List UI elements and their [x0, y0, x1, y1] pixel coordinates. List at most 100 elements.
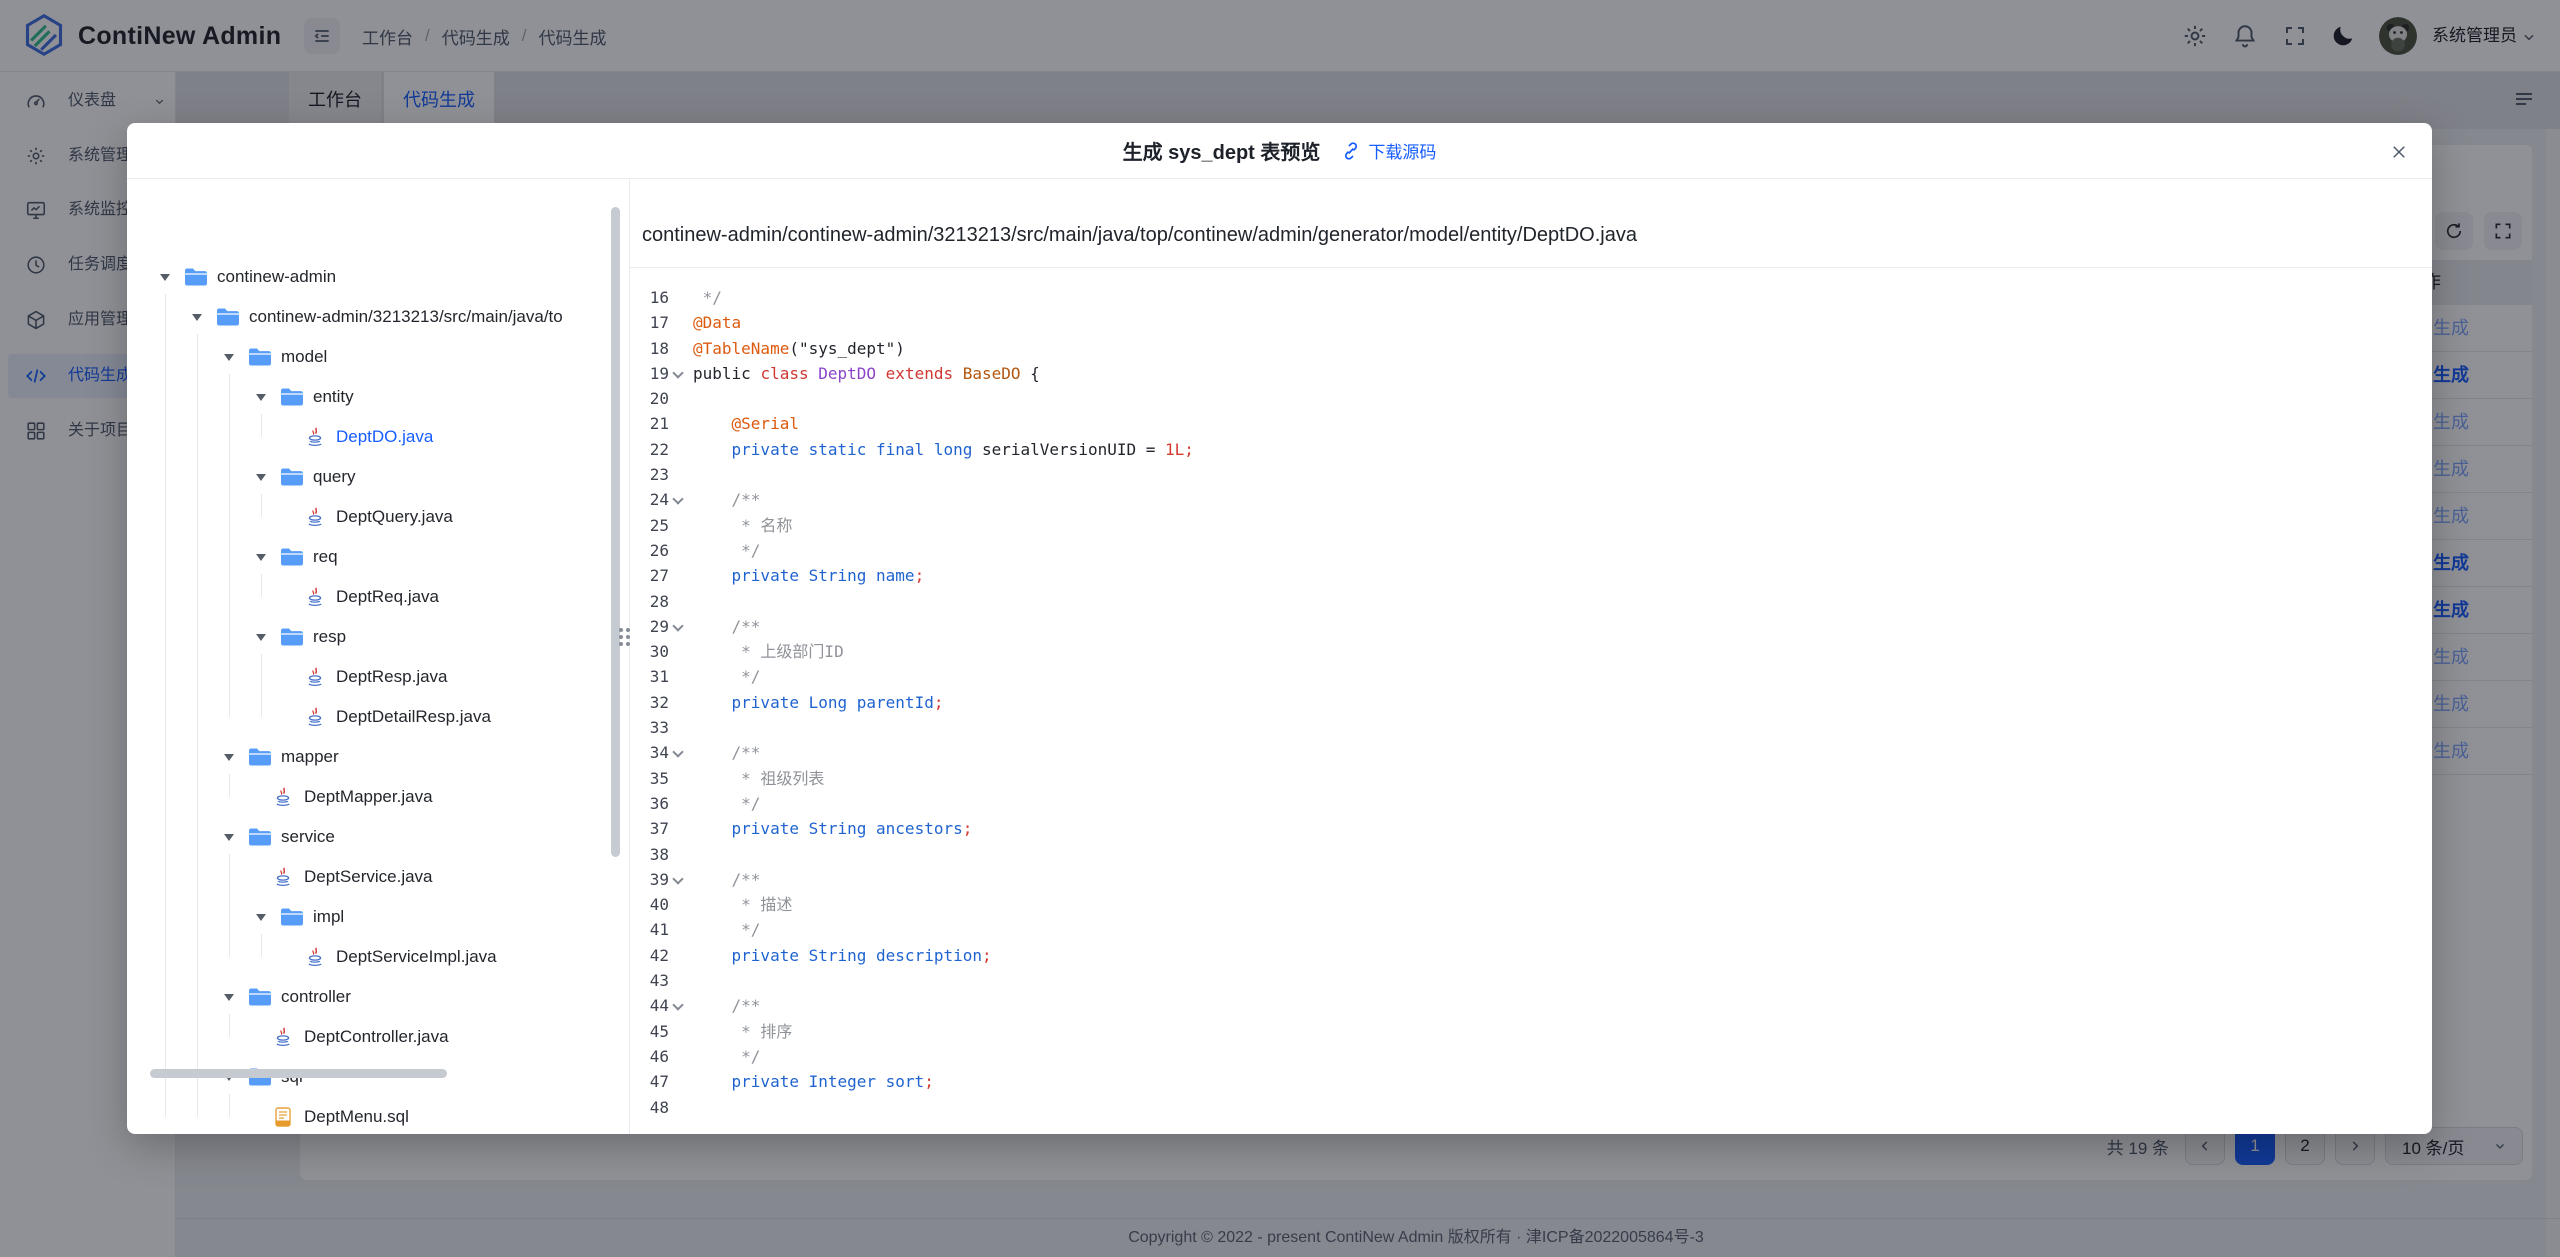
tree-node-label: controller: [281, 977, 351, 1017]
code-text: /**: [690, 867, 760, 892]
tree-node[interactable]: DeptResp.java: [127, 657, 627, 697]
code-text: private String ancestors;: [690, 816, 972, 841]
line-number: 24: [629, 487, 669, 512]
fold-gutter: [669, 791, 690, 816]
tree-node-label: resp: [313, 617, 346, 657]
java-file-icon: [274, 787, 292, 807]
fold-gutter: [669, 1095, 690, 1120]
folder-icon: [248, 747, 272, 767]
tree-node-label: DeptController.java: [304, 1017, 449, 1057]
caret-down-icon[interactable]: [256, 394, 266, 401]
fold-icon[interactable]: [669, 993, 690, 1018]
line-number: 36: [629, 791, 669, 816]
close-icon[interactable]: [2385, 138, 2413, 166]
caret-down-icon[interactable]: [224, 834, 234, 841]
line-number: 27: [629, 563, 669, 588]
tree-node[interactable]: DeptDetailResp.java: [127, 697, 627, 737]
code-line: 42 private String description;: [629, 943, 2428, 968]
caret-down-icon[interactable]: [224, 354, 234, 361]
tree-horizontal-scrollbar[interactable]: [150, 1069, 447, 1078]
caret-down-icon[interactable]: [256, 634, 266, 641]
line-number: 20: [629, 386, 669, 411]
line-number: 17: [629, 310, 669, 335]
line-number: 22: [629, 437, 669, 462]
tree-node[interactable]: continew-admin: [127, 257, 627, 297]
code-line: 38: [629, 842, 2428, 867]
fold-gutter: [669, 943, 690, 968]
code-text: [690, 589, 693, 614]
folder-icon: [280, 907, 304, 927]
tree-node[interactable]: DeptReq.java: [127, 577, 627, 617]
code-line: 34 /**: [629, 740, 2428, 765]
code-line: 28: [629, 589, 2428, 614]
caret-down-icon[interactable]: [160, 274, 170, 281]
tree-node[interactable]: DeptService.java: [127, 857, 627, 897]
folder-icon: [280, 627, 304, 647]
tree-node[interactable]: impl: [127, 897, 627, 937]
tree-node[interactable]: query: [127, 457, 627, 497]
tree-node[interactable]: req: [127, 537, 627, 577]
tree-node[interactable]: resp: [127, 617, 627, 657]
download-source-link[interactable]: 下载源码: [1342, 138, 1436, 163]
tree-node-label: mapper: [281, 737, 339, 777]
tree-node[interactable]: service: [127, 817, 627, 857]
code-line: 27 private String name;: [629, 563, 2428, 588]
code-text: public class DeptDO extends BaseDO {: [690, 361, 1040, 386]
tree-node[interactable]: DeptController.java: [127, 1017, 627, 1057]
line-number: 25: [629, 513, 669, 538]
code-line: 32 private Long parentId;: [629, 690, 2428, 715]
fold-icon[interactable]: [669, 614, 690, 639]
code-text: /**: [690, 487, 760, 512]
tree-node[interactable]: DeptMapper.java: [127, 777, 627, 817]
caret-down-icon[interactable]: [256, 474, 266, 481]
caret-down-icon[interactable]: [224, 994, 234, 1001]
tree-vertical-scrollbar[interactable]: [611, 207, 620, 857]
caret-down-icon[interactable]: [224, 754, 234, 761]
fold-icon[interactable]: [669, 361, 690, 386]
line-number: 33: [629, 715, 669, 740]
fold-icon[interactable]: [669, 867, 690, 892]
line-number: 18: [629, 336, 669, 361]
fold-gutter: [669, 285, 690, 310]
code-preview[interactable]: 16 */17@Data18@TableName("sys_dept")19pu…: [629, 285, 2428, 1120]
tree-node-label: continew-admin/3213213/src/main/java/to: [249, 297, 563, 337]
tree-node[interactable]: controller: [127, 977, 627, 1017]
code-text: */: [690, 664, 760, 689]
tree-node[interactable]: DeptDO.java: [127, 417, 627, 457]
fold-gutter: [669, 563, 690, 588]
line-number: 48: [629, 1095, 669, 1120]
fold-icon[interactable]: [669, 740, 690, 765]
tree-node[interactable]: DeptMenu.sql: [127, 1097, 627, 1134]
java-file-icon: [306, 707, 324, 727]
tree-node[interactable]: continew-admin/3213213/src/main/java/to: [127, 297, 627, 337]
tree-node[interactable]: DeptServiceImpl.java: [127, 937, 627, 977]
folder-icon: [280, 467, 304, 487]
code-text: [690, 462, 693, 487]
tree-node-label: DeptServiceImpl.java: [336, 937, 497, 977]
code-text: private String name;: [690, 563, 924, 588]
tree-node[interactable]: model: [127, 337, 627, 377]
folder-icon: [184, 267, 208, 287]
tree-node[interactable]: mapper: [127, 737, 627, 777]
fold-gutter: [669, 310, 690, 335]
line-number: 42: [629, 943, 669, 968]
tree-node[interactable]: entity: [127, 377, 627, 417]
code-line: 46 */: [629, 1044, 2428, 1069]
code-text: */: [690, 917, 760, 942]
line-number: 44: [629, 993, 669, 1018]
fold-icon[interactable]: [669, 487, 690, 512]
line-number: 32: [629, 690, 669, 715]
code-line: 17@Data: [629, 310, 2428, 335]
caret-down-icon[interactable]: [256, 554, 266, 561]
caret-down-icon[interactable]: [256, 914, 266, 921]
code-text: * 排序: [690, 1019, 792, 1044]
caret-down-icon[interactable]: [192, 314, 202, 321]
code-text: */: [690, 538, 760, 563]
code-line: 20: [629, 386, 2428, 411]
tree-node-label: DeptReq.java: [336, 577, 439, 617]
modal-header: 生成 sys_dept 表预览 下载源码: [127, 123, 2432, 179]
line-number: 37: [629, 816, 669, 841]
line-number: 29: [629, 614, 669, 639]
line-number: 35: [629, 766, 669, 791]
tree-node[interactable]: DeptQuery.java: [127, 497, 627, 537]
